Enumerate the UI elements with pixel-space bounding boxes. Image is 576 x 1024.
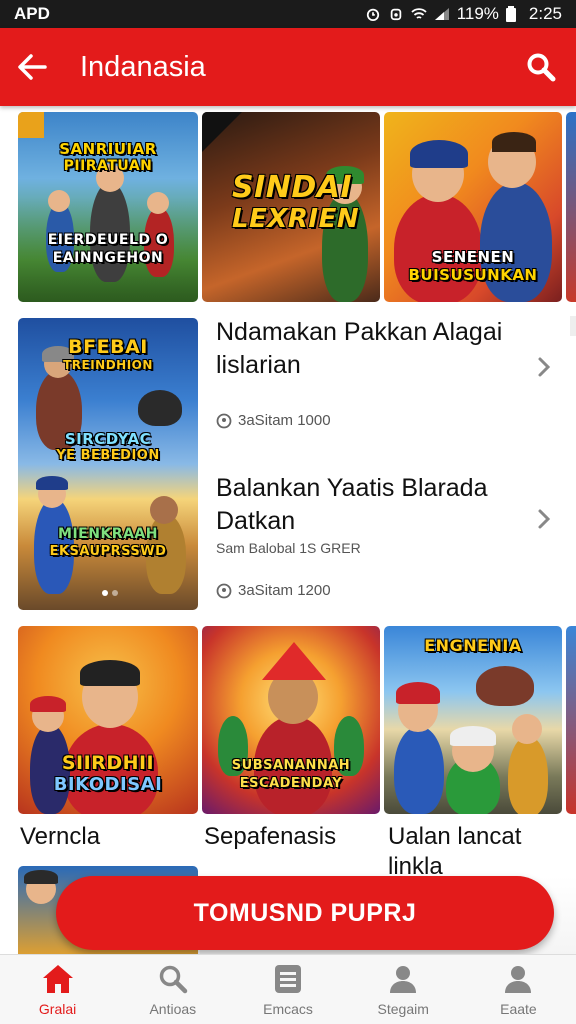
item-title: Balankan Yaatis Blarada Datkan bbox=[216, 474, 488, 535]
status-bar: APD 119% 2:25 bbox=[0, 0, 576, 28]
nav-item-search[interactable]: Antioas bbox=[115, 955, 230, 1024]
card-title: Verncla bbox=[20, 823, 101, 850]
tile-text: SINDAI bbox=[232, 170, 353, 205]
page-title: Indanasia bbox=[80, 50, 206, 83]
item-title: Ndamakan Pakkan Alagai lislarian bbox=[216, 318, 503, 379]
tile-text: TREINDHION bbox=[63, 358, 153, 372]
signal-icon bbox=[434, 8, 449, 20]
tile-text: SIIRDHII bbox=[61, 752, 155, 774]
tile-text: YE BEBEDION bbox=[56, 448, 160, 463]
tile-text: SIRCDYAC bbox=[64, 430, 152, 448]
tile-text: SENENEN bbox=[431, 248, 515, 266]
game-card-bottom-peek[interactable] bbox=[566, 626, 576, 814]
nav-label: Antioas bbox=[149, 1000, 197, 1017]
tile-text: BFEBAI bbox=[68, 336, 148, 358]
tile-text: ESCADENDAY bbox=[239, 776, 343, 791]
search-icon bbox=[527, 53, 556, 82]
corner-badge bbox=[202, 112, 242, 152]
clock: 2:25 bbox=[528, 4, 562, 23]
corner-badge bbox=[18, 112, 44, 138]
carrier-label: APD bbox=[14, 4, 50, 23]
game-card-top-2[interactable]: SINDAI LEXRIEN bbox=[202, 112, 380, 302]
tile-text: MIENKRAAH bbox=[58, 526, 158, 542]
tile-text: EIERDEUELD O bbox=[47, 232, 169, 248]
players-icon bbox=[216, 413, 232, 428]
tile-text: BIKODISAI bbox=[53, 774, 163, 795]
nav-item-profile[interactable]: Eaate bbox=[461, 955, 576, 1024]
content-area: SANRIUIAR PIIRATUAN EIERDEUELD O EAINNGE… bbox=[0, 106, 576, 954]
primary-action-button[interactable]: TOMUSND PUPRJ bbox=[56, 876, 554, 950]
tile-text: BUISUSUNKAN bbox=[408, 266, 538, 284]
game-card-top-3[interactable]: SENENEN BUISUSUNKAN bbox=[384, 112, 562, 302]
person-icon bbox=[390, 965, 417, 993]
tile-text: SUBSANANNAH bbox=[231, 758, 351, 773]
chevron-right-icon[interactable] bbox=[534, 508, 554, 530]
arrow-left-icon bbox=[18, 54, 47, 80]
battery-percent: 119% bbox=[456, 4, 499, 23]
page-dot bbox=[112, 590, 118, 596]
item-subtitle: Sam Balobal 1S GRER bbox=[216, 540, 361, 556]
nav-label: Eaate bbox=[500, 1000, 537, 1017]
tile-text: EAINNGEHON bbox=[52, 250, 164, 266]
list-item[interactable]: Balankan Yaatis Blarada Datkan Sam Balob… bbox=[216, 472, 526, 599]
search-icon bbox=[159, 965, 188, 993]
card-title: Sepafenasis bbox=[204, 823, 337, 850]
page-dot bbox=[102, 590, 108, 596]
nav-item-home[interactable]: Gralai bbox=[0, 955, 115, 1024]
item-meta: 3aSitam 1000 bbox=[216, 412, 526, 429]
tile-text: PIIRATUAN bbox=[63, 158, 153, 174]
players-icon bbox=[216, 583, 232, 598]
search-button[interactable] bbox=[506, 28, 576, 106]
alarm-icon bbox=[366, 8, 379, 21]
back-button[interactable] bbox=[0, 28, 64, 106]
tile-text: LEXRIEN bbox=[232, 204, 360, 234]
game-card-top-1[interactable]: SANRIUIAR PIIRATUAN EIERDEUELD O EAINNGE… bbox=[18, 112, 198, 302]
card-title: Ualan lancat linkla bbox=[388, 823, 522, 880]
profile-icon bbox=[505, 965, 532, 993]
nav-item-list[interactable]: Emcacs bbox=[230, 955, 345, 1024]
wifi-icon bbox=[411, 8, 427, 19]
tile-text: EKSAUPRSSWD bbox=[49, 544, 167, 559]
tile-text: ENGNENIA bbox=[424, 636, 522, 655]
list-item[interactable]: Ndamakan Pakkan Alagai lislarian 3aSitam… bbox=[216, 316, 526, 429]
nav-label: Emcacs bbox=[263, 1000, 313, 1017]
item-meta: 3aSitam 1200 bbox=[216, 582, 526, 599]
sync-icon bbox=[390, 8, 401, 21]
feature-poster[interactable]: BFEBAI TREINDHION SIRCDYAC YE BEBEDION M… bbox=[18, 318, 198, 610]
app-bar: Indanasia bbox=[0, 28, 576, 106]
chevron-right-icon[interactable] bbox=[534, 356, 554, 378]
peek-edge bbox=[570, 316, 576, 336]
list-icon bbox=[275, 964, 301, 993]
nav-label: Stegaim bbox=[377, 1000, 429, 1017]
game-card-bottom-2[interactable]: SUBSANANNAH ESCADENDAY bbox=[202, 626, 380, 814]
game-card-top-peek[interactable] bbox=[566, 112, 576, 302]
game-card-bottom-1[interactable]: SIIRDHII BIKODISAI bbox=[18, 626, 198, 814]
game-card-bottom-3[interactable]: ENGNENIA bbox=[384, 626, 562, 814]
bottom-navigation: Gralai Antioas Emcacs Stegaim Eaate bbox=[0, 954, 576, 1024]
nav-label: Gralai bbox=[38, 1000, 77, 1017]
tile-text: SANRIUIAR bbox=[59, 140, 157, 158]
nav-item-people[interactable]: Stegaim bbox=[346, 955, 461, 1024]
battery-icon bbox=[505, 6, 516, 22]
home-icon bbox=[42, 964, 73, 993]
